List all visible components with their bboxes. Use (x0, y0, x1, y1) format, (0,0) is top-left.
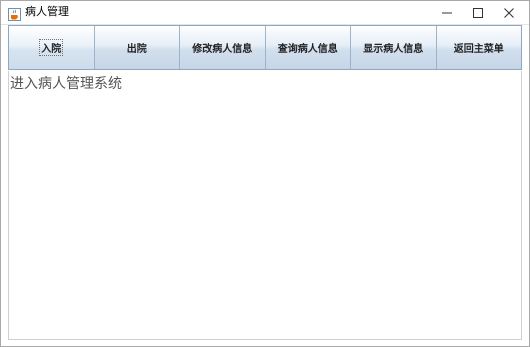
close-button[interactable] (494, 1, 524, 24)
admit-button[interactable]: 入院 (9, 26, 95, 69)
query-patient-button[interactable]: 查询病人信息 (265, 26, 351, 69)
maximize-button[interactable] (463, 1, 493, 24)
close-icon (504, 7, 514, 18)
back-to-menu-button[interactable]: 返回主菜单 (436, 26, 521, 69)
query-patient-button-label: 查询病人信息 (277, 44, 338, 55)
app-window: 病人管理 入院 出院 修改病人信息 查询病人信息 显示病人信息 返回主菜单 进入… (0, 0, 530, 347)
discharge-button[interactable]: 出院 (94, 26, 180, 69)
welcome-message: 进入病人管理系统 (10, 76, 122, 92)
minimize-icon (442, 8, 452, 18)
back-to-menu-button-label: 返回主菜单 (453, 44, 504, 55)
title-bar[interactable]: 病人管理 (1, 1, 529, 25)
admit-button-label: 入院 (39, 39, 64, 56)
minimize-button[interactable] (432, 1, 462, 24)
content-panel: 进入病人管理系统 (8, 71, 522, 340)
edit-patient-button[interactable]: 修改病人信息 (180, 26, 266, 69)
show-patient-button[interactable]: 显示病人信息 (351, 26, 437, 69)
maximize-icon (473, 7, 483, 18)
java-cup-icon (8, 6, 21, 21)
edit-patient-button-label: 修改病人信息 (192, 44, 253, 55)
window-title: 病人管理 (25, 5, 69, 18)
discharge-button-label: 出院 (126, 44, 147, 55)
toolbar: 入院 出院 修改病人信息 查询病人信息 显示病人信息 返回主菜单 (8, 25, 522, 70)
show-patient-button-label: 显示病人信息 (363, 44, 424, 55)
